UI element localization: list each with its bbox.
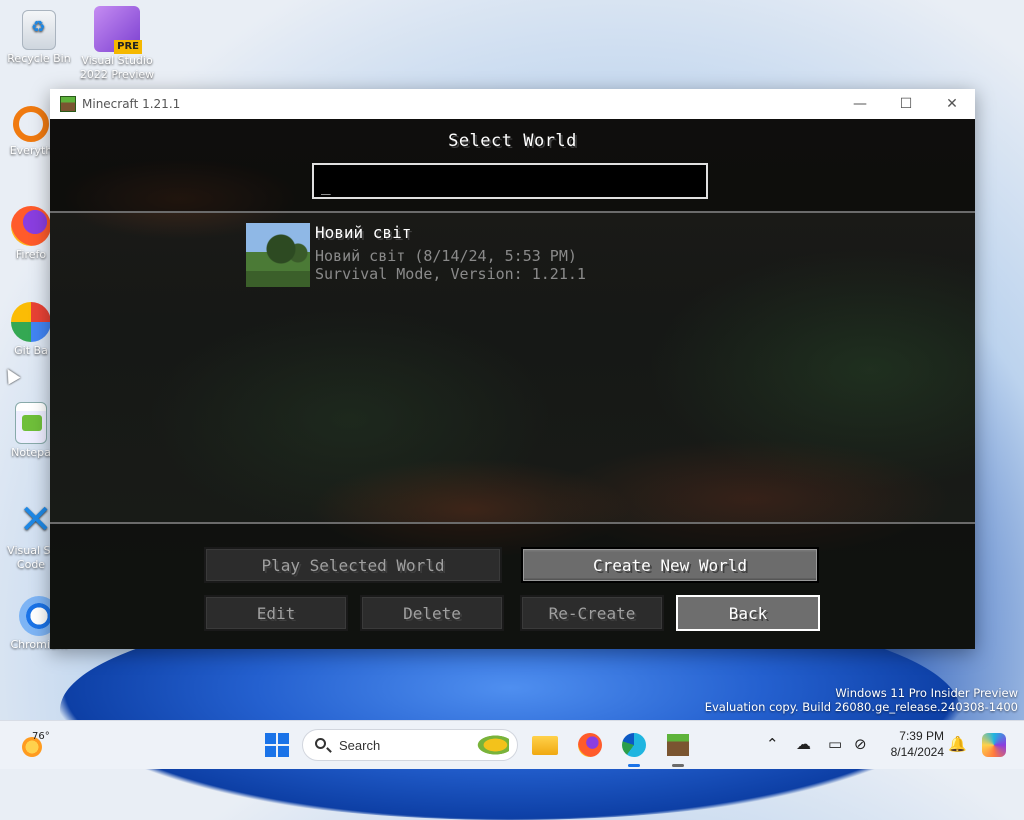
minecraft-screen: Select World _ Новий світ Новий світ (8/…: [50, 119, 975, 649]
play-selected-world-button[interactable]: Play Selected World: [204, 547, 502, 583]
network-icon[interactable]: ⊘: [854, 735, 867, 753]
vscode-icon: ✕: [19, 497, 53, 543]
taskbar: 76° Search ⌃ ☁ ▭ ⊘ 7:39 PM 8/14/2024 🔔: [0, 720, 1024, 769]
recycle-bin-icon: ♻: [22, 10, 56, 50]
everything-search-icon: [13, 106, 49, 142]
notepad-icon: [15, 402, 47, 444]
watermark-line-1: Windows 11 Pro Insider Preview: [835, 686, 1018, 700]
maximize-button[interactable]: ☐: [883, 89, 929, 119]
search-text-cursor: _: [321, 176, 331, 195]
desktop-icon-recycle-bin[interactable]: ♻ Recycle Bin: [0, 10, 78, 66]
start-button[interactable]: [265, 733, 289, 757]
search-icon: [315, 738, 326, 749]
delete-button[interactable]: Delete: [360, 595, 504, 631]
watermark-line-2: Evaluation copy. Build 26080.ge_release.…: [704, 700, 1018, 714]
search-label: Search: [339, 738, 381, 753]
desktop-icon-label: Recycle Bin: [7, 52, 71, 65]
clock-time: 7:39 PM: [899, 729, 944, 743]
git-bash-icon: [11, 302, 51, 342]
desktop-icon-visual-studio[interactable]: PRE Visual Studio 2022 Preview: [78, 6, 156, 82]
world-mode-version: Survival Mode, Version: 1.21.1: [315, 265, 586, 283]
close-button[interactable]: ✕: [929, 89, 975, 119]
minecraft-window: Minecraft 1.21.1 — ☐ ✕ Select World _ Но…: [50, 89, 975, 649]
world-search-input[interactable]: _: [312, 163, 708, 199]
re-create-button[interactable]: Re-Create: [520, 595, 664, 631]
back-button[interactable]: Back: [676, 595, 820, 631]
onedrive-offline-icon[interactable]: ☁: [796, 735, 811, 753]
world-thumbnail: [246, 223, 310, 287]
edge-taskbar-icon[interactable]: [620, 731, 648, 767]
window-title: Minecraft 1.21.1: [82, 97, 181, 111]
windows-watermark: Windows 11 Pro Insider Preview Evaluatio…: [705, 686, 1018, 714]
world-name: Новий світ: [315, 223, 412, 242]
taskbar-search-box[interactable]: Search: [302, 729, 518, 761]
windows-logo-icon: [265, 733, 276, 744]
create-new-world-button[interactable]: Create New World: [521, 547, 819, 583]
world-detail: Новий світ (8/14/24, 5:53 PM): [315, 247, 577, 265]
firefox-icon: [11, 206, 51, 246]
visual-studio-icon: PRE: [94, 6, 142, 54]
firefox-taskbar-icon[interactable]: [576, 731, 604, 759]
taskbar-clock[interactable]: 7:39 PM 8/14/2024: [880, 728, 944, 760]
world-actions-footer: Play Selected World Create New World Edi…: [50, 522, 975, 649]
display-icon[interactable]: ▭: [828, 735, 842, 753]
minimize-button[interactable]: —: [837, 89, 883, 119]
file-explorer-icon[interactable]: [532, 731, 560, 759]
show-hidden-icons-chevron-icon[interactable]: ⌃: [766, 735, 779, 753]
world-list-item[interactable]: Новий світ Новий світ (8/14/24, 5:53 PM)…: [246, 223, 946, 287]
edit-button[interactable]: Edit: [204, 595, 348, 631]
pre-badge: PRE: [114, 40, 142, 54]
screen-title: Select World: [448, 131, 577, 151]
minecraft-taskbar-icon[interactable]: [664, 731, 692, 767]
mouse-cursor-icon: [1, 365, 21, 385]
select-world-header: Select World _: [50, 119, 975, 213]
weather-temperature: 76°: [32, 731, 50, 742]
clock-date: 8/14/2024: [890, 745, 944, 759]
title-bar[interactable]: Minecraft 1.21.1 — ☐ ✕: [50, 89, 975, 119]
search-highlight-corn-icon: [475, 734, 509, 756]
copilot-icon[interactable]: [980, 731, 1008, 759]
desktop-icon-label: Visual Studio 2022 Preview: [79, 54, 155, 81]
notification-bell-icon[interactable]: 🔔: [948, 735, 967, 753]
minecraft-grass-block-icon: [60, 96, 76, 112]
